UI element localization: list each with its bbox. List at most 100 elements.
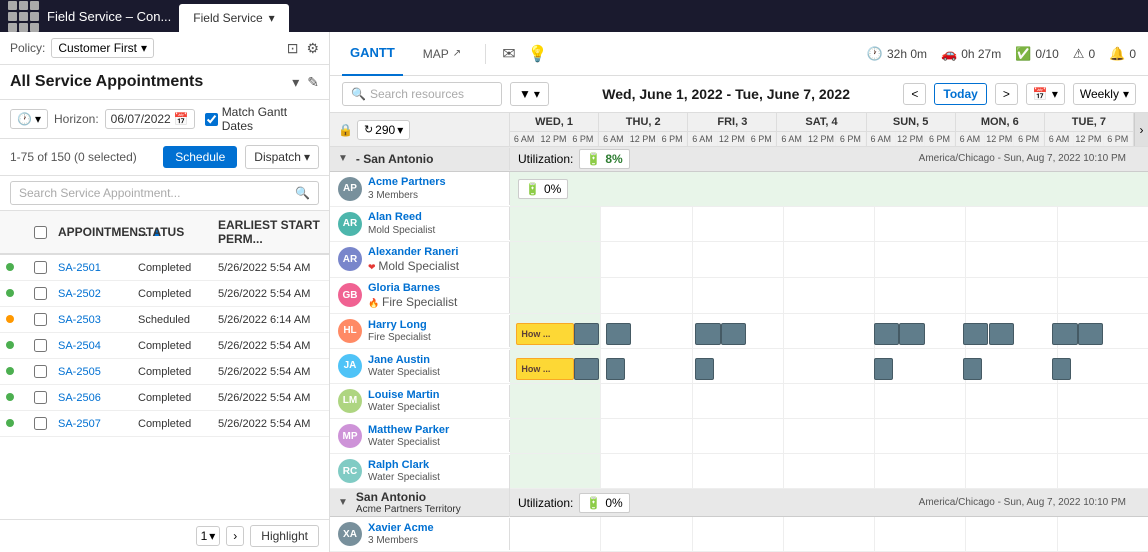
row-appointment-id[interactable]: SA-2504 [52,334,132,358]
gantt-task-harry-5[interactable] [721,323,747,345]
tab-gantt[interactable]: GANTT [342,32,403,76]
cells-container [510,242,1148,277]
clock-icon: 🕐 [17,112,32,126]
gantt-task-jane-7[interactable] [1052,358,1071,380]
resource-name[interactable]: Gloria Barnes [368,282,457,295]
row-checkbox[interactable] [34,339,47,352]
territory2-name: San Antonio [356,490,461,504]
row-checkbox-cell [28,307,52,332]
row-appointment-id[interactable]: SA-2505 [52,360,132,384]
policy-select[interactable]: Customer First ▾ [51,38,154,58]
territory-arrow-icon[interactable]: ▼ [338,153,348,164]
gantt-task-harry-7[interactable] [899,323,925,345]
horizon-date-input[interactable]: 06/07/2022 📅 [105,109,195,129]
gantt-task-harry-2[interactable] [574,323,600,345]
collapse-button[interactable]: › [1134,113,1148,146]
app-grid-icon[interactable] [8,1,39,32]
gantt-task-harry-11[interactable] [1078,323,1104,345]
resource-row-ralph: RC Ralph Clark Water Specialist [330,454,1148,489]
select-all-checkbox[interactable] [34,226,47,239]
gantt-task-harry-4[interactable] [695,323,721,345]
day-label-wed: WED, 1 [510,113,598,132]
resource-name[interactable]: Alan Reed [368,211,435,224]
gantt-task-harry-9[interactable] [989,323,1015,345]
gantt-task-harry-3[interactable] [606,323,632,345]
gantt-task-jane-6[interactable] [963,358,982,380]
gantt-task-harry-1[interactable]: How ... [516,323,573,345]
stat-alerts: ⚠ 0 [1073,46,1095,62]
resource-name[interactable]: Matthew Parker [368,424,449,437]
row-checkbox[interactable] [34,417,47,430]
gantt-task-jane-2[interactable] [574,358,600,380]
resource-name[interactable]: Jane Austin [368,354,440,367]
resource-name[interactable]: Louise Martin [368,389,440,402]
row-appointment-id[interactable]: SA-2506 [52,386,132,410]
edit-icon[interactable]: ✎ [307,74,319,91]
highlight-button[interactable]: Highlight [250,525,319,547]
resource-row-alan-reed: AR Alan Reed Mold Specialist [330,207,1148,242]
territory2-timezone: America/Chicago - Sun, Aug 7, 2022 10:10… [911,493,1134,512]
gantt-task-jane-5[interactable] [874,358,893,380]
match-gantt-checkbox[interactable] [205,113,218,126]
left-panel: Policy: Customer First ▾ ⊡ ⚙ All Service… [0,32,330,552]
envelope-icon[interactable]: ✉ [502,44,515,64]
resource-info-alexander: AR Alexander Raneri ❤ Mold Specialist [330,242,510,277]
schedule-button[interactable]: Schedule [163,146,237,168]
th-status[interactable]: STATUS [132,215,212,249]
resource-name[interactable]: Acme Partners [368,176,446,189]
page-next-button[interactable]: › [226,526,244,546]
row-checkbox[interactable] [34,391,47,404]
top-bar: Field Service – Con... Field Service ▾ [0,0,1148,32]
clock-btn[interactable]: 🕐 ▾ [10,109,48,129]
page-select[interactable]: 1 ▾ [196,526,221,546]
day-label-sat: SAT, 4 [777,113,865,132]
table-row: SA-2504 Completed 5/26/2022 5:54 AM [0,333,329,359]
gantt-task-jane-1[interactable]: How ... [516,358,573,380]
settings-icon[interactable]: ⚙ [306,40,319,57]
gantt-task-harry-6[interactable] [874,323,900,345]
resource-name[interactable]: Xavier Acme [368,522,434,535]
row-appointment-id[interactable]: SA-2503 [52,308,132,332]
tab-map[interactable]: MAP ↗ [415,32,469,76]
row-appointment-id[interactable]: SA-2501 [52,256,132,280]
th-earliest-start[interactable]: EARLIEST START PERM... [212,215,329,249]
row-checkbox[interactable] [34,365,47,378]
stat-drive-value: 0h 27m [961,47,1001,61]
row-checkbox-cell [28,359,52,384]
prev-week-button[interactable]: < [903,83,926,105]
calendar-view-select[interactable]: 📅 ▾ [1026,83,1065,105]
today-button[interactable]: Today [934,83,986,105]
row-checkbox[interactable] [34,287,47,300]
cell [510,419,601,453]
gantt-task-harry-10[interactable] [1052,323,1078,345]
row-checkbox[interactable] [34,313,47,326]
gantt-task-jane-3[interactable] [606,358,625,380]
filter-icon[interactable]: ▾ [292,74,299,91]
day-col-sat: SAT, 4 6 AM 12 PM 6 PM [777,113,866,146]
cell [693,454,784,488]
dispatch-button[interactable]: Dispatch ▾ [245,145,319,169]
territory2-arrow-icon[interactable]: ▼ [338,497,348,508]
gantt-task-jane-4[interactable] [695,358,714,380]
row-appointment-id[interactable]: SA-2502 [52,282,132,306]
search-appointment-input[interactable]: Search Service Appointment... 🔍 [10,181,319,205]
field-service-tab[interactable]: Field Service ▾ [179,4,288,32]
next-week-button[interactable]: > [995,83,1018,105]
refresh-icon[interactable]: ⊡ [287,40,299,57]
th-appointment[interactable]: APPOINTMEN... ▲ [52,215,132,249]
filter-button[interactable]: ▼ ▾ [510,82,549,106]
heart-icon: ❤ [368,262,376,272]
resource-name[interactable]: Alexander Raneri [368,246,459,259]
bulb-icon[interactable]: 💡 [528,44,548,64]
resource-name[interactable]: Ralph Clark [368,459,440,472]
resource-name[interactable]: Harry Long [368,319,431,332]
search-resources-input[interactable]: 🔍 Search resources [342,82,502,106]
time-slot: 12 PM [985,132,1014,146]
weekly-view-select[interactable]: Weekly ▾ [1073,83,1136,105]
asa-title: All Service Appointments [10,73,292,91]
gantt-task-harry-8[interactable] [963,323,989,345]
row-checkbox[interactable] [34,261,47,274]
row-appointment-id[interactable]: SA-2507 [52,412,132,436]
cell [966,419,1057,453]
time-slot: 6 AM [867,132,896,146]
